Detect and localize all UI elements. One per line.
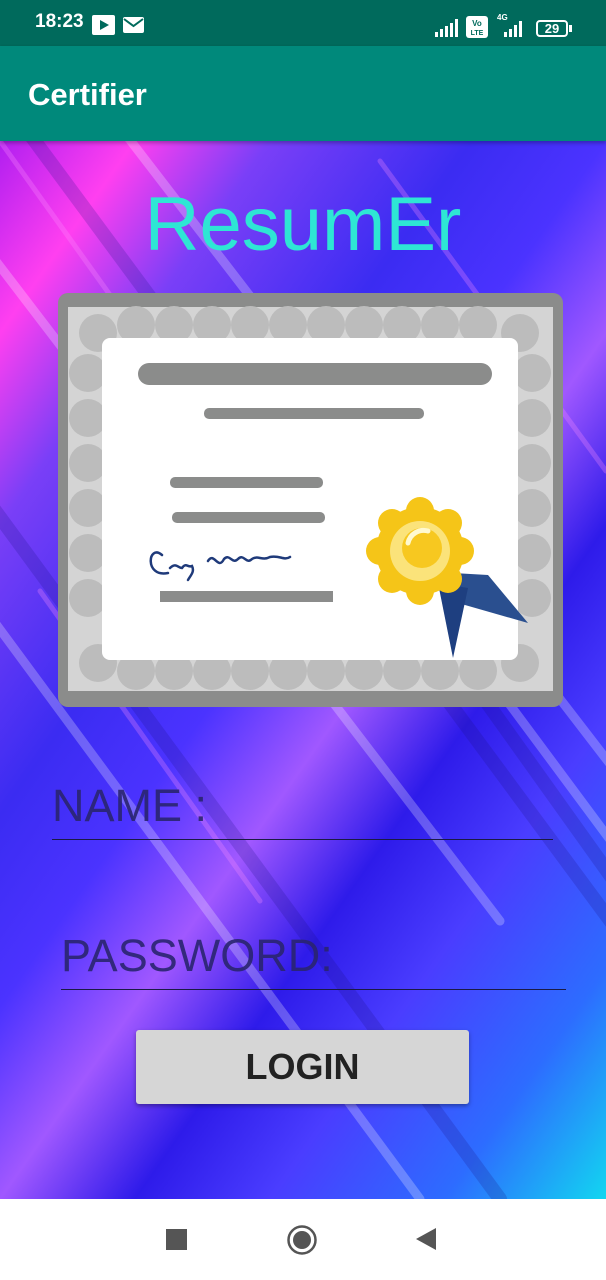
youtube-icon <box>92 15 115 35</box>
login-screen: ResumEr NAME: LOGIN <box>0 141 606 1199</box>
signal-icon <box>435 19 458 37</box>
status-time: 18:23 <box>35 11 84 32</box>
battery-tip <box>569 25 572 32</box>
password-input[interactable] <box>61 929 566 983</box>
password-field <box>61 929 566 990</box>
volte-icon: Vo LTE <box>466 16 488 38</box>
app-title: Certifier <box>28 77 147 112</box>
svg-text:Vo: Vo <box>472 19 482 28</box>
app-name-heading: ResumEr <box>144 182 462 267</box>
name-input[interactable] <box>52 779 553 833</box>
stop-icon[interactable] <box>166 1229 187 1250</box>
name-field <box>52 779 553 840</box>
battery-icon: 29 <box>536 20 568 37</box>
status-bar: 18:23 Vo LTE 4G 29 <box>0 0 606 46</box>
login-button[interactable]: LOGIN <box>136 1030 469 1104</box>
certificate-illustration <box>58 293 563 707</box>
navigation-bar <box>0 1199 606 1280</box>
svg-text:LTE: LTE <box>471 30 484 37</box>
signal-icon <box>504 21 522 37</box>
mail-icon <box>123 17 144 33</box>
home-icon[interactable] <box>286 1224 318 1256</box>
back-icon[interactable] <box>416 1228 436 1250</box>
app-bar: Certifier <box>0 46 606 141</box>
battery-level: 29 <box>544 21 560 36</box>
